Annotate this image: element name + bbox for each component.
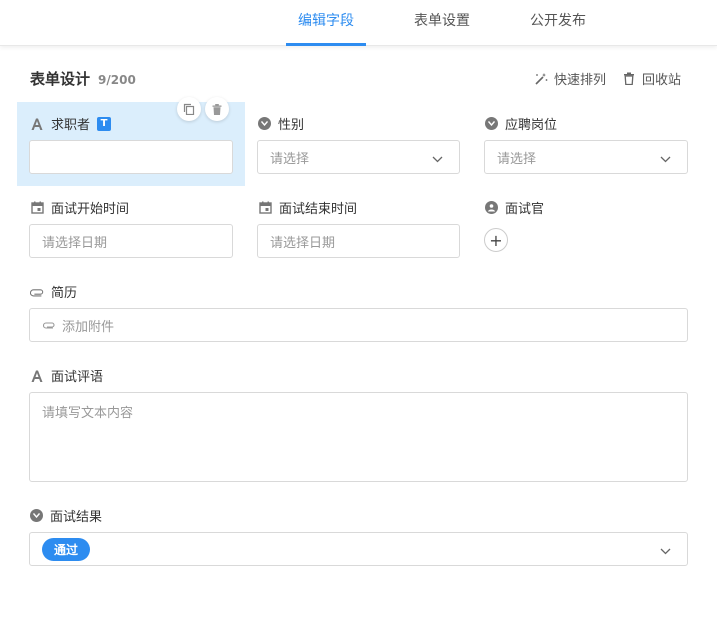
comment-label-text: 面试评语 [51, 370, 104, 385]
comment-placeholder: 请填写文本内容 [42, 406, 134, 421]
position-label: 应聘岗位 [485, 114, 557, 133]
recycle-bin-label: 回收站 [642, 73, 682, 88]
text-type-badge: T [97, 116, 112, 131]
trash-icon [212, 100, 222, 119]
page-title: 表单设计 9/200 [30, 68, 136, 89]
applicant-label-text: 求职者 [51, 118, 91, 133]
chevron-down-icon [660, 152, 671, 167]
add-interviewer-button[interactable]: + [484, 228, 508, 252]
tab-form-settings[interactable]: 表单设置 [402, 0, 482, 46]
text-field-icon [30, 117, 44, 131]
resume-label: 简历 [30, 282, 77, 301]
tab-publish[interactable]: 公开发布 [518, 0, 598, 46]
calendar-icon [30, 201, 44, 215]
recycle-bin-button[interactable]: 回收站 [622, 69, 681, 88]
dropdown-field-icon [258, 117, 271, 130]
end-time-datepicker[interactable]: 请选择日期 [257, 224, 460, 258]
auto-arrange-button[interactable]: 快速排列 [534, 69, 606, 88]
tab-edit-fields[interactable]: 编辑字段 [286, 0, 366, 46]
page-title-text: 表单设计 [30, 70, 91, 88]
start-time-datepicker[interactable]: 请选择日期 [29, 224, 233, 258]
result-label: 面试结果 [30, 506, 102, 525]
copy-field-button[interactable] [177, 97, 201, 121]
chevron-down-icon [660, 544, 671, 559]
paperclip-icon [30, 285, 44, 299]
end-time-placeholder: 请选择日期 [270, 235, 336, 251]
applicant-input[interactable] [29, 140, 233, 174]
dropdown-field-icon [30, 509, 43, 522]
applicant-label: 求职者 T [30, 114, 112, 133]
start-time-placeholder: 请选择日期 [42, 235, 108, 251]
comment-label: 面试评语 [30, 366, 103, 385]
magic-wand-icon [534, 72, 548, 86]
text-field-icon [30, 369, 44, 383]
end-time-label-text: 面试结束时间 [279, 202, 358, 217]
gender-placeholder: 请选择 [270, 151, 310, 167]
result-tag: 通过 [42, 537, 91, 561]
position-label-text: 应聘岗位 [505, 118, 558, 133]
gender-select[interactable]: 请选择 [257, 140, 460, 174]
top-tab-bar: 编辑字段 表单设置 公开发布 [0, 0, 717, 46]
resume-placeholder: 添加附件 [62, 319, 115, 335]
start-time-label-text: 面试开始时间 [51, 202, 130, 217]
resume-attachment-input[interactable]: 添加附件 [29, 308, 688, 342]
dropdown-field-icon [485, 117, 498, 130]
interviewer-label-text: 面试官 [505, 202, 545, 217]
position-select[interactable]: 请选择 [484, 140, 688, 174]
chevron-down-icon [432, 152, 443, 167]
gender-label: 性别 [258, 114, 304, 133]
field-count: 9/200 [98, 73, 136, 87]
comment-textarea[interactable]: 请填写文本内容 [29, 392, 688, 482]
calendar-icon [258, 201, 272, 215]
position-placeholder: 请选择 [497, 151, 537, 167]
gender-label-text: 性别 [278, 118, 305, 133]
user-icon [485, 201, 498, 214]
delete-field-button[interactable] [205, 97, 229, 121]
resume-label-text: 简历 [51, 286, 78, 301]
result-label-text: 面试结果 [50, 510, 103, 525]
interviewer-label: 面试官 [485, 198, 544, 217]
end-time-label: 面试结束时间 [258, 198, 357, 217]
copy-icon [183, 100, 195, 119]
start-time-label: 面试开始时间 [30, 198, 129, 217]
auto-arrange-label: 快速排列 [554, 73, 607, 88]
result-select[interactable]: 通过 [29, 532, 688, 566]
paperclip-icon [42, 318, 56, 332]
trash-icon [622, 72, 636, 86]
